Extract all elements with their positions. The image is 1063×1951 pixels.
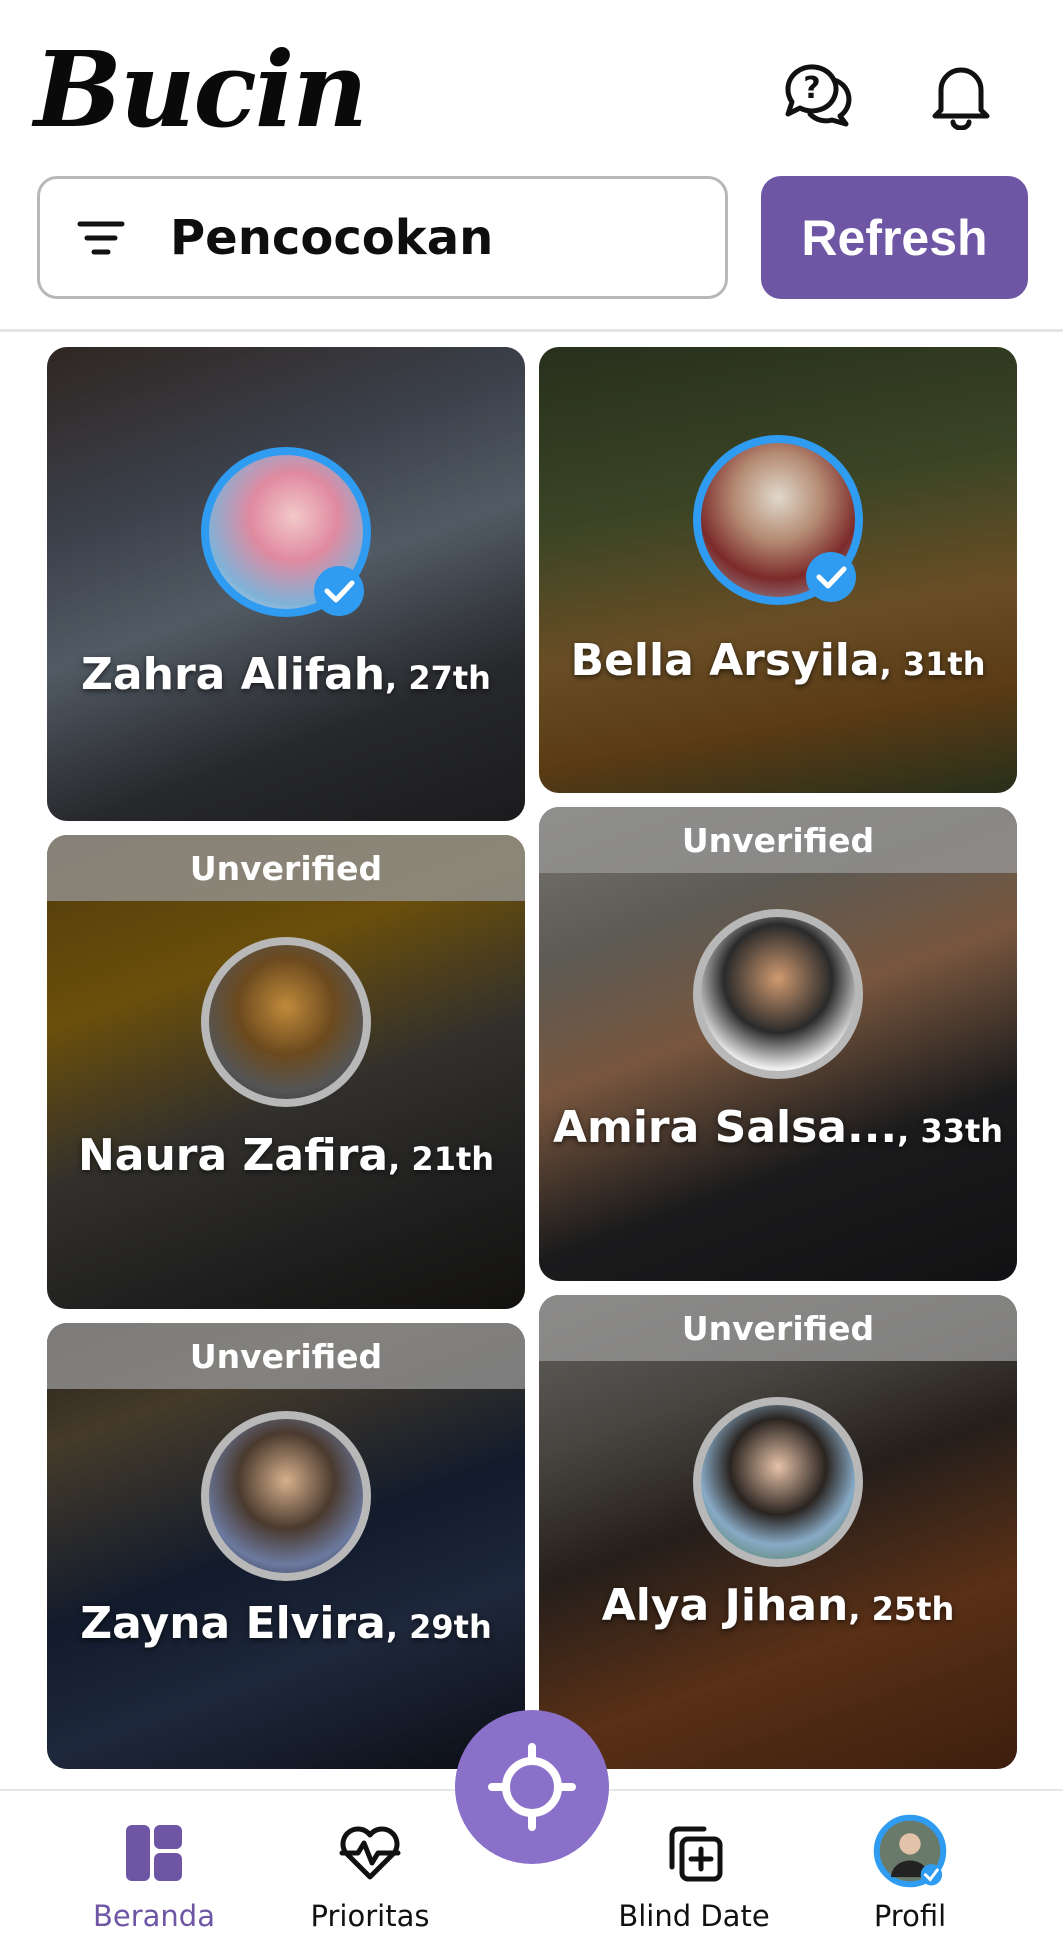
profile-name: Alya Jihan, 25th xyxy=(601,1580,955,1631)
app-logo: Bucin xyxy=(34,28,368,151)
search-filter-field[interactable]: Pencocokan xyxy=(37,176,728,299)
unverified-banner: Unverified xyxy=(539,1295,1017,1361)
help-chat-icon[interactable]: ? xyxy=(780,58,852,130)
heart-pulse-icon xyxy=(339,1826,401,1880)
header-divider xyxy=(0,329,1063,332)
nav-label: Profil xyxy=(873,1899,947,1933)
verified-badge-icon xyxy=(314,566,364,616)
svg-text:?: ? xyxy=(803,71,820,106)
profile-card[interactable]: Unverified Zayna Elvira, 29th xyxy=(47,1323,525,1769)
avatar xyxy=(201,1411,371,1581)
verified-badge-icon xyxy=(806,552,856,602)
unverified-banner: Unverified xyxy=(47,1323,525,1389)
nav-item-prioritas[interactable]: Prioritas xyxy=(290,1791,450,1951)
profile-card[interactable]: Unverified Naura Zafira, 21th xyxy=(47,835,525,1309)
unverified-banner: Unverified xyxy=(47,835,525,901)
crosshair-icon xyxy=(488,1743,576,1831)
profile-name: Naura Zafira, 21th xyxy=(77,1130,495,1181)
profile-card[interactable]: Unverified Alya Jihan, 25th xyxy=(539,1295,1017,1769)
add-copy-icon xyxy=(669,1826,723,1882)
nav-item-blind-date[interactable]: Blind Date xyxy=(614,1791,774,1951)
nav-item-beranda[interactable]: Beranda xyxy=(74,1791,234,1951)
nav-label: Beranda xyxy=(93,1899,215,1933)
profile-name: Bella Arsyila, 31th xyxy=(570,635,986,686)
nav-label: Blind Date xyxy=(618,1899,770,1933)
nav-label: Prioritas xyxy=(310,1899,430,1933)
avatar xyxy=(201,937,371,1107)
refresh-button[interactable]: Refresh xyxy=(761,176,1028,299)
profile-card[interactable]: Zahra Alifah, 27th xyxy=(47,347,525,821)
avatar xyxy=(693,909,863,1079)
search-label: Pencocokan xyxy=(170,209,494,266)
profile-name: Amira Salsa..., 33th xyxy=(552,1102,1004,1153)
profile-card[interactable]: Unverified Amira Salsa..., 33th xyxy=(539,807,1017,1281)
filter-icon xyxy=(77,221,125,254)
discover-fab-button[interactable] xyxy=(455,1710,609,1864)
home-grid-icon xyxy=(126,1825,182,1881)
profile-name: Zayna Elvira, 29th xyxy=(80,1598,492,1649)
unverified-banner: Unverified xyxy=(539,807,1017,873)
nav-item-profil[interactable]: Profil xyxy=(830,1791,990,1951)
avatar xyxy=(693,1397,863,1567)
profile-avatar-icon xyxy=(873,1814,947,1888)
bell-icon[interactable] xyxy=(925,58,997,131)
profile-name: Zahra Alifah, 27th xyxy=(81,649,491,700)
profile-card[interactable]: Bella Arsyila, 31th xyxy=(539,347,1017,793)
